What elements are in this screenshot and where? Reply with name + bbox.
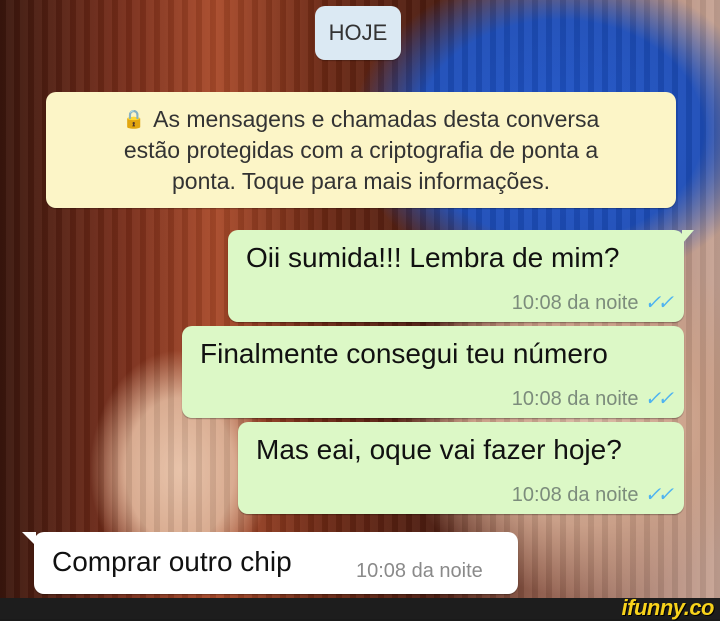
message-time: 10:08 da noite: [356, 560, 483, 582]
encryption-notice[interactable]: 🔒 As mensagens e chamadas desta conversa …: [46, 92, 676, 208]
incoming-message[interactable]: Comprar outro chip 10:08 da noite: [22, 532, 518, 594]
encryption-notice-line-1: 🔒 As mensagens e chamadas desta conversa: [46, 104, 676, 135]
read-ticks-icon: ✓✓: [644, 292, 673, 314]
encryption-notice-line-2: estão protegidas com a criptografia de p…: [123, 137, 599, 163]
footer-bar: [0, 598, 720, 619]
message-text: Comprar outro chip: [52, 546, 292, 577]
message-time: 10:08 da noite: [511, 292, 639, 314]
watermark-logo: ifunny.co: [621, 595, 715, 620]
message-meta: 10:08 da noite ✓✓: [511, 482, 674, 507]
message-meta: 10:08 da noite ✓✓: [511, 290, 674, 315]
message-time: 10:08 da noite: [511, 388, 639, 410]
read-ticks-icon: ✓✓: [644, 388, 673, 410]
read-ticks-icon: ✓✓: [644, 484, 673, 506]
message-text: Mas eai, oque vai fazer hoje?: [256, 434, 622, 465]
message-text: Oii sumida!!! Lembra de mim?: [246, 242, 620, 273]
message-text: Finalmente consegui teu número: [200, 338, 608, 369]
outgoing-message[interactable]: Oii sumida!!! Lembra de mim? 10:08 da no…: [228, 230, 694, 322]
outgoing-message[interactable]: Finalmente consegui teu número 10:08 da …: [182, 326, 684, 418]
encryption-notice-line-3: ponta. Toque para mais informações.: [171, 168, 551, 194]
date-badge-label: HOJE: [328, 20, 388, 45]
message-meta: 10:08 da noite ✓✓: [511, 386, 674, 411]
lock-icon: 🔒: [122, 109, 146, 129]
message-time: 10:08 da noite: [511, 484, 639, 506]
date-badge: HOJE: [315, 6, 401, 60]
outgoing-message[interactable]: Mas eai, oque vai fazer hoje? 10:08 da n…: [238, 422, 684, 514]
